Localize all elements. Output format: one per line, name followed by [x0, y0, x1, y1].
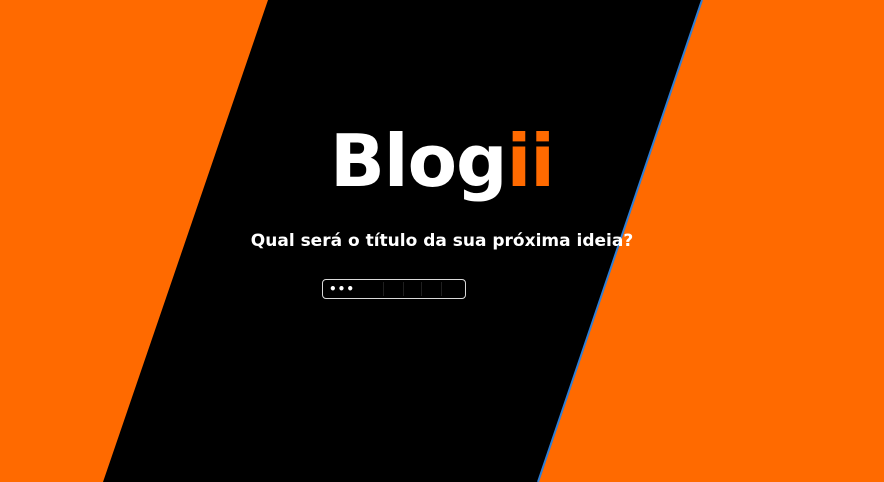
- title-input-box[interactable]: [322, 279, 466, 299]
- logo-accent-text: ii: [506, 119, 555, 203]
- title-input[interactable]: [329, 280, 459, 297]
- blogii-logo: Blogii: [0, 118, 884, 204]
- logo-main-text: Blog: [330, 119, 508, 203]
- title-question: Qual será o título da sua próxima ideia?: [250, 231, 634, 251]
